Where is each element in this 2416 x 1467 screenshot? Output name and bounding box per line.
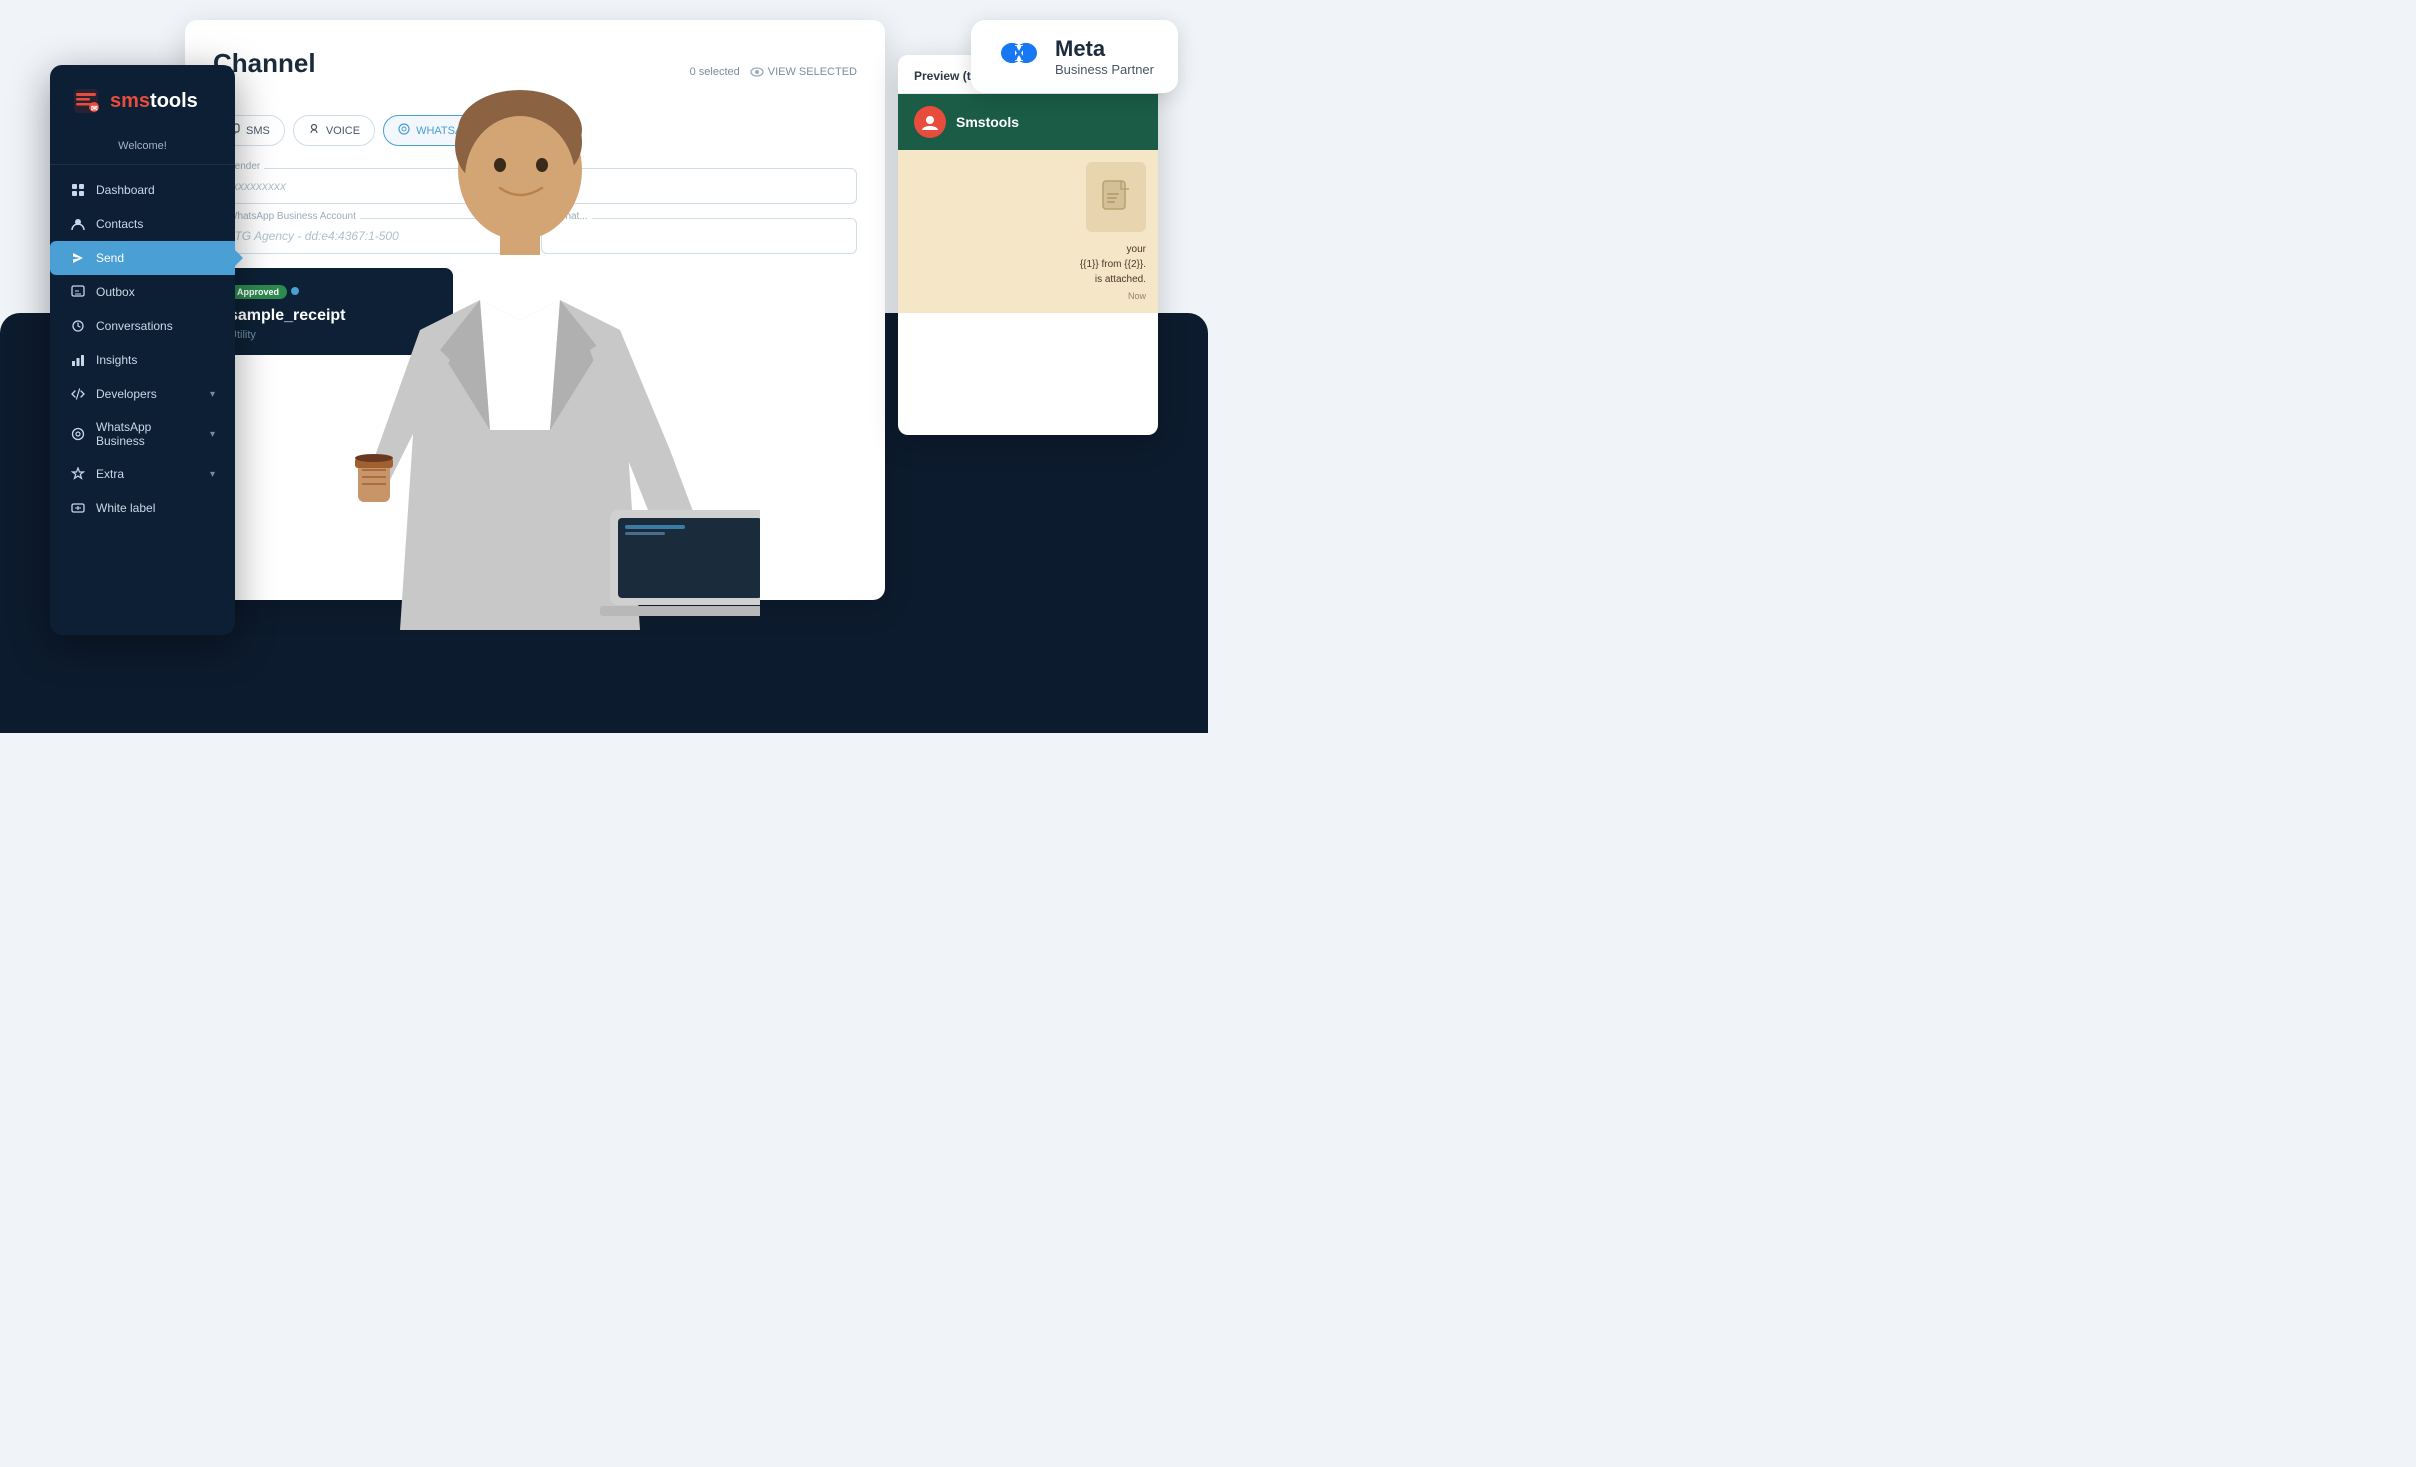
meta-text-block: Meta Business Partner [1055, 36, 1154, 77]
sidebar: ✉ smstools Welcome! Dashboard [50, 65, 235, 635]
preview-content: your {{1}} from {{2}}. is attached. Now [898, 150, 1158, 313]
chevron-down-icon: ▾ [210, 429, 215, 440]
sidebar-item-label: Dashboard [96, 183, 155, 197]
sidebar-item-conversations[interactable]: Conversations [50, 309, 235, 343]
main-container: ✉ smstools Welcome! Dashboard [0, 0, 1208, 733]
sidebar-item-outbox[interactable]: Outbox [50, 275, 235, 309]
sidebar-item-label: Extra [96, 467, 124, 481]
sidebar-item-label: Developers [96, 387, 157, 401]
sidebar-item-label: WhatsApp Business [96, 420, 200, 448]
sidebar-item-whatsapp[interactable]: WhatsApp Business ▾ [50, 411, 235, 457]
preview-text-line2: {{1}} from {{2}}. [1080, 257, 1146, 272]
sidebar-item-label: Contacts [96, 217, 143, 231]
sidebar-item-label: Insights [96, 353, 137, 367]
sidebar-item-developers[interactable]: Developers ▾ [50, 377, 235, 411]
developers-icon [70, 386, 86, 402]
meta-logo-icon [995, 37, 1043, 76]
sidebar-item-contacts[interactable]: Contacts [50, 207, 235, 241]
logo-text: smstools [110, 90, 198, 113]
send-icon [70, 250, 86, 266]
whitelabel-icon [70, 500, 86, 516]
view-selected-button[interactable]: VIEW SELECTED [750, 66, 857, 78]
brand-name: Smstools [956, 114, 1019, 130]
sidebar-item-dashboard[interactable]: Dashboard [50, 173, 235, 207]
sidebar-logo: ✉ smstools [50, 85, 235, 132]
chevron-down-icon: ▾ [210, 389, 215, 400]
whatsapp-icon [70, 426, 86, 442]
chevron-down-icon: ▾ [210, 469, 215, 480]
sidebar-item-extra[interactable]: Extra ▾ [50, 457, 235, 491]
meta-subtitle: Business Partner [1055, 62, 1154, 77]
contacts-icon [70, 216, 86, 232]
preview-text: your {{1}} from {{2}}. is attached. [1080, 242, 1146, 287]
person-illustration [280, 50, 760, 700]
preview-brand-bar: Smstools [898, 94, 1158, 150]
sidebar-item-label: White label [96, 501, 155, 515]
extra-icon [70, 466, 86, 482]
sidebar-welcome: Welcome! [50, 132, 235, 165]
smstools-logo-icon: ✉ [70, 85, 102, 117]
preview-doc-icon [1086, 162, 1146, 232]
sidebar-item-whitelabel[interactable]: White label [50, 491, 235, 525]
preview-text-line1: your [1080, 242, 1146, 257]
meta-badge: Meta Business Partner [971, 20, 1178, 93]
sms-tab-label: SMS [246, 125, 270, 137]
preview-panel: Preview (this is a preview only) Smstool… [898, 55, 1158, 435]
sidebar-item-insights[interactable]: Insights [50, 343, 235, 377]
sidebar-item-label: Send [96, 251, 124, 265]
sidebar-item-label: Outbox [96, 285, 135, 299]
approved-badge: Approved [229, 285, 287, 299]
svg-text:✉: ✉ [91, 104, 98, 113]
sidebar-item-label: Conversations [96, 319, 173, 333]
conversations-icon [70, 318, 86, 334]
preview-text-line3: is attached. [1080, 272, 1146, 287]
person-figure [280, 50, 760, 700]
outbox-icon [70, 284, 86, 300]
view-selected-label: VIEW SELECTED [768, 66, 857, 78]
dashboard-icon [70, 182, 86, 198]
sidebar-item-send[interactable]: Send [50, 241, 235, 275]
brand-icon [914, 106, 946, 138]
meta-title: Meta [1055, 36, 1154, 62]
insights-icon [70, 352, 86, 368]
preview-timestamp: Now [1128, 291, 1146, 301]
